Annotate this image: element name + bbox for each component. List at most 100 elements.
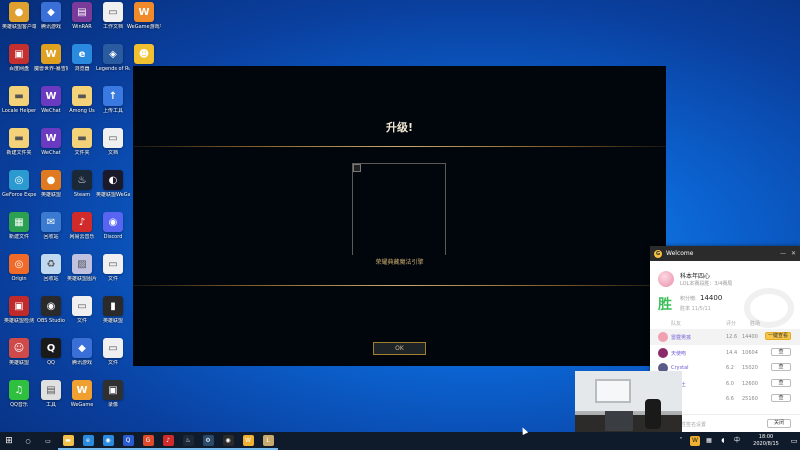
desktop-icon-label: 工具	[45, 402, 56, 408]
desktop-icon-label: 魔兽世界-暴雪娱乐	[34, 66, 68, 72]
view-player-button[interactable]: 查	[771, 378, 791, 387]
desktop-icon[interactable]: ▣ 录像	[97, 380, 129, 420]
close-panel-button[interactable]: 关闭	[767, 419, 791, 428]
desktop-icon[interactable]: ▤ 工具	[35, 380, 67, 420]
taskbar-app-explorer[interactable]: ▬	[58, 432, 78, 450]
desktop-icon[interactable]: ◆ 腾讯游戏	[35, 2, 67, 42]
desktop-icon[interactable]: W WeChat	[35, 86, 67, 126]
taskbar-app-wegame[interactable]: W	[238, 432, 258, 450]
desktop-icon[interactable]: ▨ 英雄联盟图片	[66, 254, 98, 294]
desktop-icon[interactable]: W WeChat	[35, 128, 67, 168]
desktop-icon[interactable]: Q QQ	[35, 338, 67, 378]
desktop-icon[interactable]: ● 英雄联盟客户端	[2, 2, 36, 42]
chevron-up-icon[interactable]: ˄	[676, 436, 686, 446]
desktop-icon-label: 新建文件夹	[6, 150, 32, 156]
tray-app-icon[interactable]: W	[690, 436, 700, 446]
list-item[interactable]: 天使吻 14.4 10604 查	[650, 345, 800, 361]
desktop-icon[interactable]: ▣ 百度网盘	[3, 44, 35, 84]
desktop-icon[interactable]: ▭ 工作文档	[97, 2, 129, 42]
view-player-button[interactable]: 查	[771, 347, 791, 356]
taskbar-app-obs[interactable]: ◉	[218, 432, 238, 450]
desktop-icon-label: Origin	[11, 276, 27, 282]
player-rating: 12.6	[726, 334, 738, 340]
taskbar-app-edge[interactable]: e	[78, 432, 98, 450]
taskbar-app-league-client[interactable]: L	[258, 432, 278, 450]
clock[interactable]: 18:00 2020/8/15	[744, 434, 788, 448]
desktop-icon[interactable]: ◈ Legends of Runeterra	[96, 44, 130, 84]
document-icon: ▭	[103, 2, 123, 22]
mascot-icon: ☻	[134, 44, 154, 64]
desktop-icon[interactable]: ◆ 腾讯游戏	[66, 338, 98, 378]
desktop-icon[interactable]: ▣ 英雄联盟检测	[3, 296, 35, 336]
taskbar-app-chrome[interactable]: ◉	[98, 432, 118, 450]
desktop-icon-label: Steam	[73, 192, 91, 198]
profile-card: 科本年四心 LOL本赛段胜：3/4赛局 胜 积分榜: 14400 胜率 11/5…	[656, 268, 794, 328]
desktop-icon[interactable]: W WeGame游戏平台	[127, 2, 161, 42]
document-icon: ▭	[103, 254, 123, 274]
desktop-icon[interactable]: ▭ 文件	[66, 296, 98, 336]
desktop-icon[interactable]: ◎ Origin	[3, 254, 35, 294]
desktop-icon[interactable]: ↑ 上传工具	[97, 86, 129, 126]
desktop-icon-label: 英雄联盟	[40, 192, 61, 198]
desktop-icon[interactable]: ▬ 新建文件夹	[3, 128, 35, 168]
desktop-icon[interactable]: W WeGame	[66, 380, 98, 420]
desktop-icon[interactable]: ♫ QQ音乐	[3, 380, 35, 420]
desktop-icon[interactable]: ◎ GeForce Experience	[2, 170, 36, 210]
desktop-icon[interactable]: ◉ OBS Studio	[35, 296, 67, 336]
close-button[interactable]: ✕	[791, 250, 796, 257]
volume-icon[interactable]: ◖	[718, 436, 728, 446]
taskbar-app-garena[interactable]: G	[138, 432, 158, 450]
avatar[interactable]	[658, 271, 674, 287]
desktop-icon[interactable]: ◐ 英雄联盟WeGame版	[96, 170, 130, 210]
start-button[interactable]: ⊞	[0, 432, 18, 450]
desktop-icon[interactable]: ▤ WinRAR	[66, 2, 98, 42]
desktop-icon[interactable]: ▮ 英雄联盟	[97, 296, 129, 336]
view-player-button[interactable]: 查	[771, 394, 791, 402]
taskbar-app-netease-music[interactable]: ♪	[158, 432, 178, 450]
desktop-icon[interactable]: W 魔兽世界-暴雪娱乐	[34, 44, 68, 84]
player-rating: 6.2	[726, 365, 734, 371]
list-item[interactable]: 雷霆男孩 12.6 14400 一键查看	[650, 329, 800, 345]
ime-icon[interactable]: 中	[732, 436, 742, 446]
ok-button[interactable]: OK	[373, 342, 426, 355]
taskbar-app-qq[interactable]: Q	[118, 432, 138, 450]
minimize-button[interactable]: —	[780, 250, 786, 257]
origin-icon: ◎	[9, 254, 29, 274]
game-icon: ●	[41, 170, 61, 190]
game-icon: ◆	[41, 2, 61, 22]
desktop-icon[interactable]: ♻ 回收站	[35, 254, 67, 294]
desktop-icon[interactable]: ▬ Locale Helper	[2, 86, 36, 126]
taskbar-app-settings[interactable]: ⚙	[198, 432, 218, 450]
image-icon: ▨	[72, 254, 92, 274]
edge-icon: e	[82, 434, 94, 446]
desktop-icon[interactable]: ▭ 文件	[97, 338, 129, 378]
desktop-icon[interactable]: ▬ 文件夹	[66, 128, 98, 168]
desktop-icon[interactable]: ✉ 回收站	[35, 212, 67, 252]
desktop-icon[interactable]: ▭ 文档	[97, 128, 129, 168]
view-player-button[interactable]: 查	[771, 363, 791, 371]
app-icon: ↑	[103, 86, 123, 106]
desktop-icon[interactable]: e 浏览器	[66, 44, 98, 84]
desktop-icon[interactable]: ▬ Among Us	[66, 86, 98, 126]
desktop-icon[interactable]: ◉ Discord	[97, 212, 129, 252]
player-rating: 6.0	[726, 380, 734, 387]
desktop-icon[interactable]: ♨ Steam	[66, 170, 98, 210]
desktop-icon[interactable]: ▦ 新建文件	[3, 212, 35, 252]
game-icon: ◆	[72, 338, 92, 358]
desktop-icon-label: 新建文件	[8, 234, 29, 240]
network-icon[interactable]: ▦	[704, 436, 714, 446]
desktop-icon-label: 文件	[107, 360, 118, 366]
view-player-button[interactable]: 一键查看	[765, 332, 791, 340]
desktop-icon[interactable]: ● 英雄联盟	[35, 170, 67, 210]
desktop-icon[interactable]: ▭ 文件	[97, 254, 129, 294]
taskbar-app-steam[interactable]: ♨	[178, 432, 198, 450]
desktop-icon[interactable]: ♪ 网易云音乐	[66, 212, 98, 252]
profile-subtitle: LOL本赛段胜：3/4赛局	[680, 281, 733, 287]
app-logo-icon: G	[654, 249, 662, 258]
desktop-icon[interactable]: ☺ 英雄联盟	[3, 338, 35, 378]
score-value: 14400	[700, 294, 723, 302]
notification-icon[interactable]: ▭	[788, 437, 800, 445]
folder-icon: ▬	[9, 128, 29, 148]
taskbar-app-search[interactable]: ○	[18, 432, 38, 450]
taskbar-app-task-view[interactable]: ▭	[38, 432, 58, 450]
